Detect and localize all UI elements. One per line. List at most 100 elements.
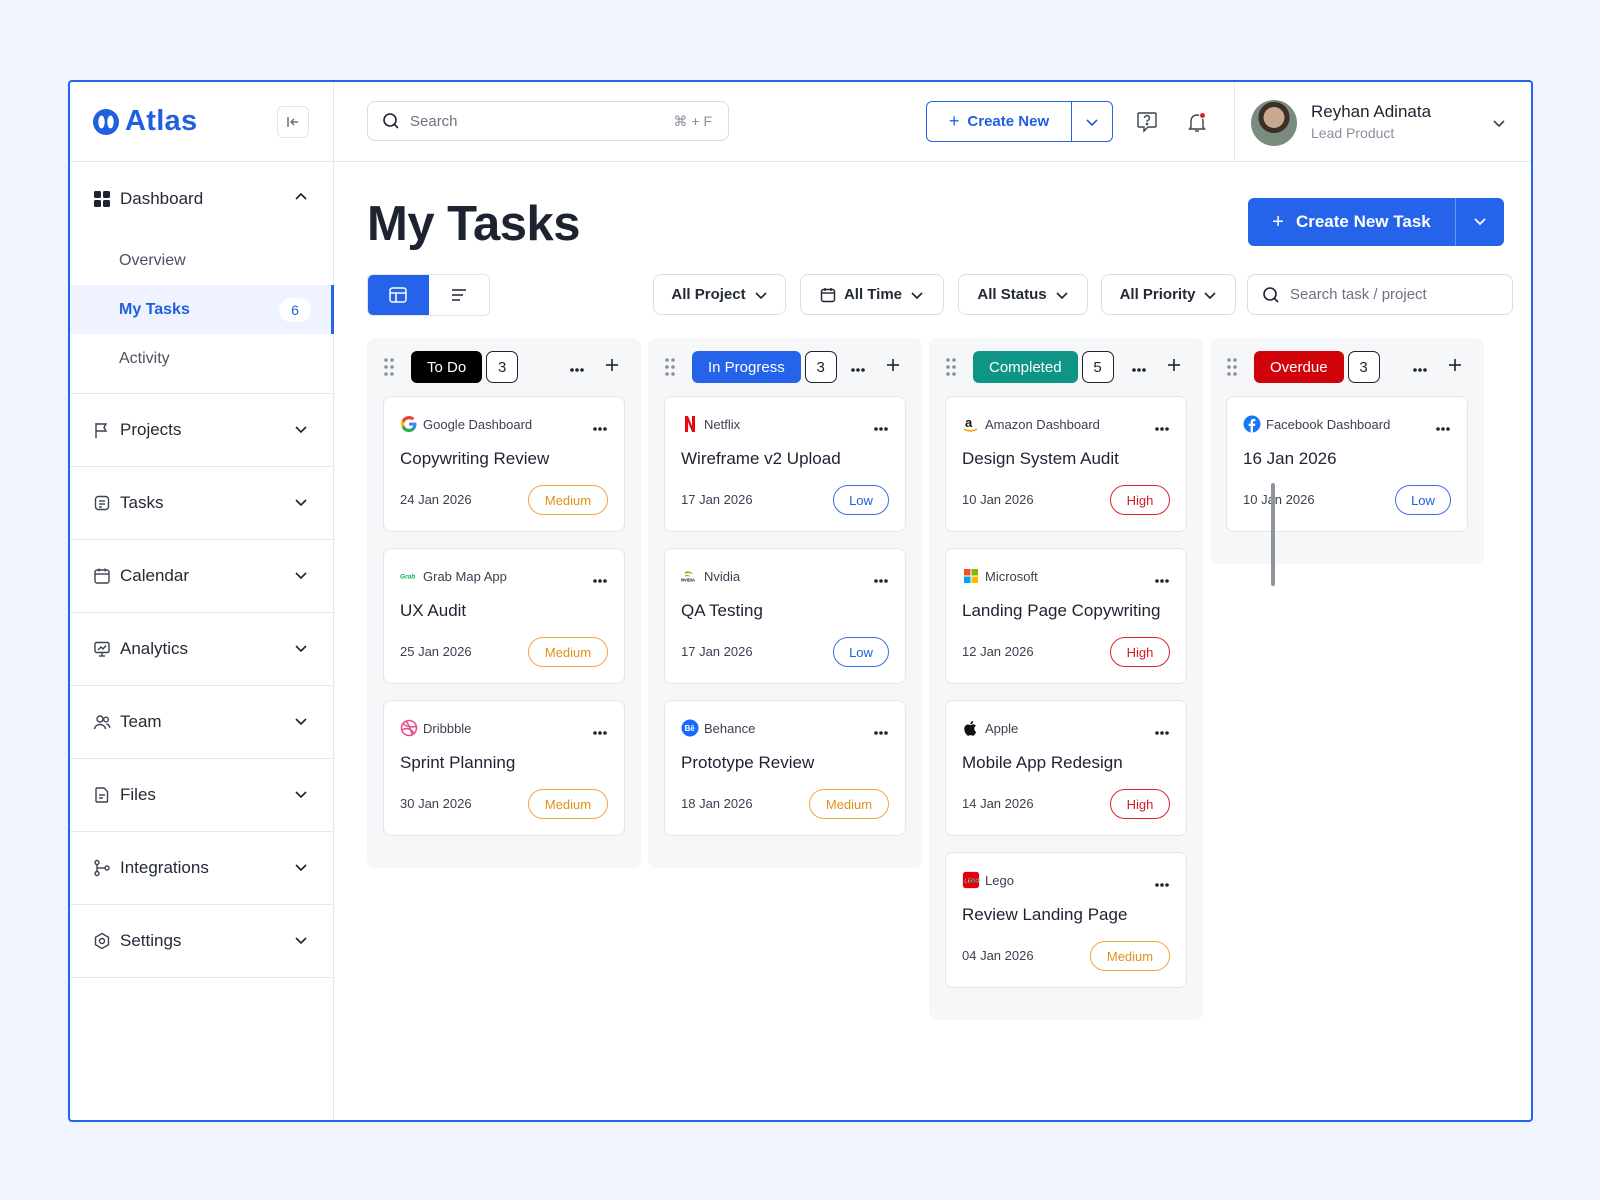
chevron-down-icon: [1056, 291, 1068, 299]
add-task-icon[interactable]: [886, 358, 900, 377]
sidebar-item-tasks[interactable]: Tasks: [70, 467, 333, 539]
card-title: Landing Page Copywriting: [962, 601, 1161, 620]
list-view-button[interactable]: [429, 275, 490, 315]
svg-text:LEGO: LEGO: [964, 878, 980, 884]
task-card[interactable]: Google Dashboard Copywriting Review 24 J…: [383, 396, 625, 532]
help-chat-icon: [1137, 112, 1157, 133]
create-new-dropdown-button[interactable]: [1072, 102, 1112, 141]
more-options-icon[interactable]: [592, 571, 608, 589]
plus-icon: +: [1272, 210, 1284, 233]
company-logo-icon: [400, 719, 418, 737]
main-content: My Tasks + Create New Task All Project A…: [334, 162, 1531, 1120]
status-pill: To Do: [411, 351, 483, 383]
sidebar-item-label: Dashboard: [120, 189, 204, 208]
grid-icon: [92, 189, 112, 209]
drag-handle-icon[interactable]: [383, 357, 397, 377]
card-title: Sprint Planning: [400, 753, 516, 772]
card-title: 16 Jan 2026: [1243, 449, 1337, 468]
more-options-icon[interactable]: [1435, 419, 1451, 437]
sidebar-item-team[interactable]: Team: [70, 686, 333, 758]
task-card[interactable]: Microsoft Landing Page Copywriting 12 Ja…: [945, 548, 1187, 684]
filter-project[interactable]: All Project: [653, 274, 786, 315]
priority-badge: Medium: [809, 789, 889, 819]
task-card[interactable]: LEGO Lego Review Landing Page 04 Jan 202…: [945, 852, 1187, 988]
sidebar: Atlas Dashboard Overview My Tasks 6 Acti…: [70, 82, 334, 1120]
card-date: 17 Jan 2026: [681, 644, 753, 659]
sidebar-item-label: Projects: [120, 420, 182, 439]
search-task-input[interactable]: Search task / project: [1247, 274, 1513, 315]
drag-handle-icon[interactable]: [945, 357, 959, 377]
chevron-down-icon: [295, 572, 307, 580]
more-options-icon[interactable]: [592, 419, 608, 437]
flag-icon: [92, 420, 112, 440]
card-date: 30 Jan 2026: [400, 796, 472, 811]
sidebar-subitem-activity[interactable]: Activity: [70, 334, 333, 383]
task-card[interactable]: Bē Behance Prototype Review 18 Jan 2026 …: [664, 700, 906, 836]
create-new-task-button[interactable]: + Create New Task: [1248, 198, 1456, 246]
sidebar-subitem-overview[interactable]: Overview: [70, 236, 333, 285]
more-options-icon[interactable]: [1154, 571, 1170, 589]
task-card[interactable]: a Amazon Dashboard Design System Audit 1…: [945, 396, 1187, 532]
add-task-icon[interactable]: [1448, 358, 1462, 377]
page-title: My Tasks: [367, 197, 580, 251]
more-options-icon[interactable]: [569, 360, 585, 378]
notifications-button[interactable]: [1184, 109, 1210, 135]
company-name: Google Dashboard: [423, 416, 533, 432]
collapse-sidebar-button[interactable]: [277, 106, 309, 138]
sidebar-item-integrations[interactable]: Integrations: [70, 832, 333, 904]
card-date: 10 Jan 2026: [1243, 492, 1315, 507]
sidebar-item-calendar[interactable]: Calendar: [70, 540, 333, 612]
company-logo-icon: [1243, 415, 1261, 433]
more-options-icon[interactable]: [1154, 419, 1170, 437]
more-options-icon[interactable]: [592, 723, 608, 741]
more-options-icon[interactable]: [873, 723, 889, 741]
task-card[interactable]: Facebook Dashboard 16 Jan 2026 10 Jan 20…: [1226, 396, 1468, 532]
column-count: 3: [804, 351, 837, 383]
drag-handle-icon[interactable]: [1226, 357, 1240, 377]
sidebar-item-dashboard[interactable]: Dashboard: [70, 162, 333, 236]
company-name: Amazon Dashboard: [985, 416, 1100, 432]
filter-status[interactable]: All Status: [958, 274, 1088, 315]
more-options-icon[interactable]: [1154, 875, 1170, 893]
task-card[interactable]: Dribbble Sprint Planning 30 Jan 2026 Med…: [383, 700, 625, 836]
task-card[interactable]: Netflix Wireframe v2 Upload 17 Jan 2026 …: [664, 396, 906, 532]
sidebar-item-analytics[interactable]: Analytics: [70, 613, 333, 685]
more-options-icon[interactable]: [1412, 360, 1428, 378]
company-name: Facebook Dashboard: [1266, 416, 1391, 432]
add-task-icon[interactable]: [605, 358, 619, 377]
create-task-dropdown-button[interactable]: [1456, 198, 1504, 246]
sidebar-item-settings[interactable]: Settings: [70, 905, 333, 977]
more-options-icon[interactable]: [873, 571, 889, 589]
svg-text:a: a: [965, 415, 973, 430]
board-view-button[interactable]: [368, 275, 429, 315]
search-placeholder: Search: [410, 112, 458, 130]
more-options-icon[interactable]: [1131, 360, 1147, 378]
filter-time[interactable]: All Time: [800, 274, 944, 315]
app-window: Atlas Dashboard Overview My Tasks 6 Acti…: [68, 80, 1533, 1122]
task-card[interactable]: Apple Mobile App Redesign 14 Jan 2026 Hi…: [945, 700, 1187, 836]
company-logo-icon: LEGO: [962, 871, 980, 889]
more-options-icon[interactable]: [850, 360, 866, 378]
card-company: Grab Grab Map App: [400, 567, 507, 585]
task-card[interactable]: NVIDIA Nvidia QA Testing 17 Jan 2026 Low: [664, 548, 906, 684]
sidebar-item-files[interactable]: Files: [70, 759, 333, 831]
drag-handle-icon[interactable]: [664, 357, 678, 377]
task-card[interactable]: Grab Grab Map App UX Audit 25 Jan 2026 M…: [383, 548, 625, 684]
sidebar-item-projects[interactable]: Projects: [70, 394, 333, 466]
user-profile-menu[interactable]: Reyhan Adinata Lead Product: [1234, 82, 1531, 162]
filter-priority[interactable]: All Priority: [1101, 274, 1236, 315]
more-options-icon[interactable]: [1154, 723, 1170, 741]
priority-badge: High: [1110, 789, 1170, 819]
card-title: Prototype Review: [681, 753, 815, 772]
column-header: To Do 3: [383, 338, 625, 396]
sidebar-subitem-my-tasks[interactable]: My Tasks 6: [70, 285, 334, 334]
chevron-down-icon: [295, 791, 307, 799]
search-input[interactable]: Search ⌘ + F: [367, 101, 729, 141]
add-task-icon[interactable]: [1167, 358, 1181, 377]
column-scrollbar[interactable]: [1271, 483, 1275, 586]
create-new-button[interactable]: + Create New: [927, 102, 1072, 141]
help-button[interactable]: [1134, 109, 1160, 135]
card-company: NVIDIA Nvidia: [681, 567, 740, 585]
company-logo-icon: [681, 415, 699, 433]
more-options-icon[interactable]: [873, 419, 889, 437]
